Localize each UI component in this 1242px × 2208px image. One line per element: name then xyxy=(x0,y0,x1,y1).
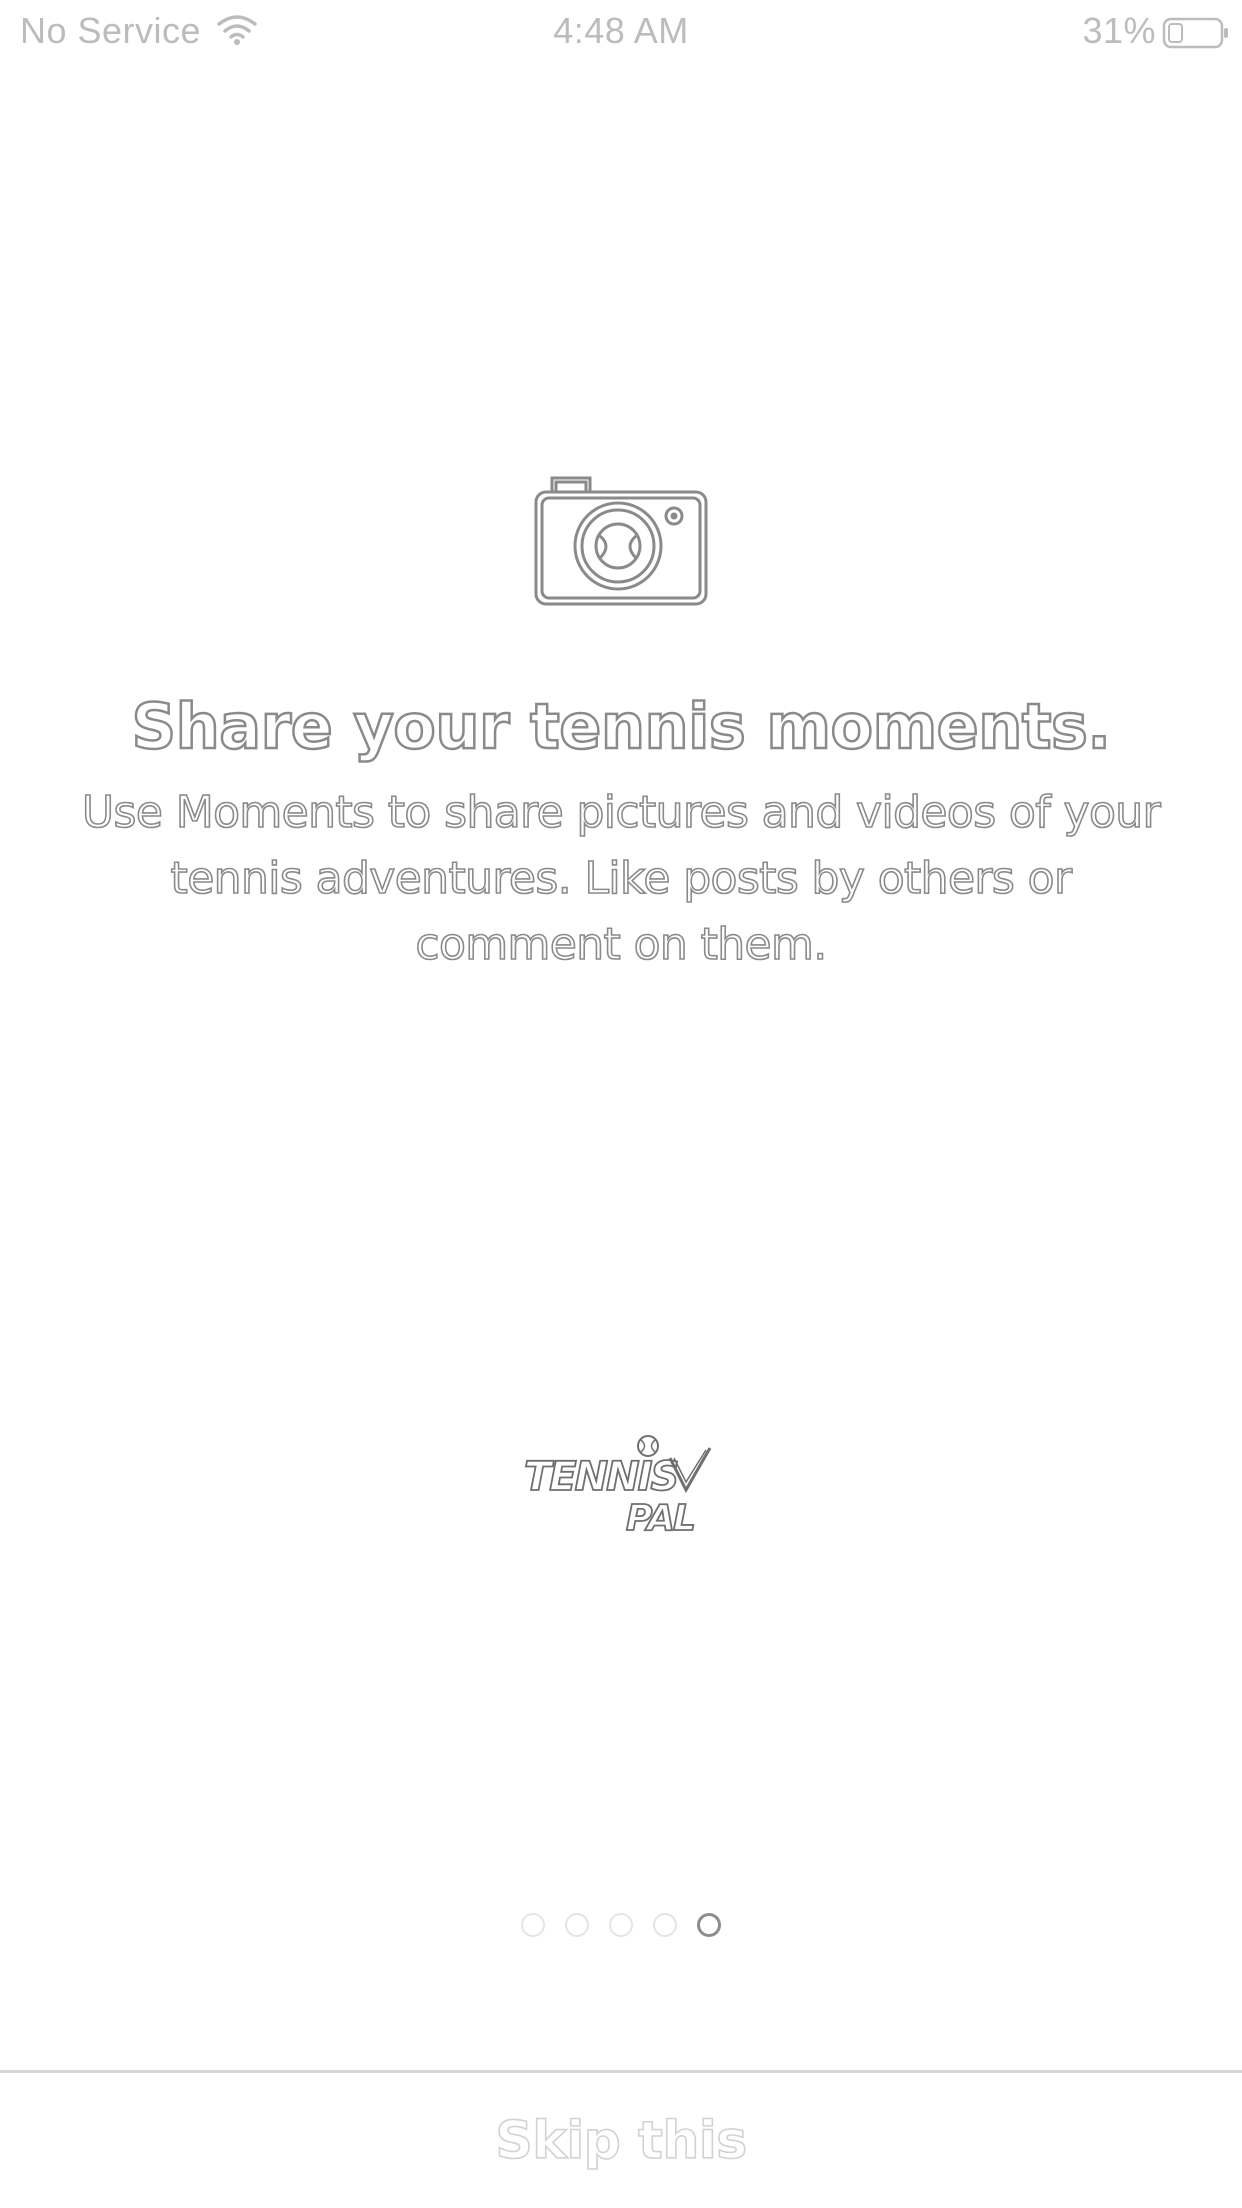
tennis-pal-logo: TENNIS PAL xyxy=(520,1428,720,1540)
page-dot-5-active[interactable] xyxy=(697,1913,721,1937)
battery-percent: 31% xyxy=(1082,10,1156,51)
logo-line2: PAL xyxy=(626,1498,694,1538)
status-center: 4:48 AM xyxy=(0,10,1242,52)
page-indicator[interactable] xyxy=(0,1913,1242,1937)
status-bar: No Service 4:48 AM 31% xyxy=(0,0,1242,62)
page-dot-4[interactable] xyxy=(653,1913,677,1937)
logo-line1: TENNIS xyxy=(524,1454,677,1500)
page-dot-3[interactable] xyxy=(609,1913,633,1937)
battery-icon xyxy=(1162,16,1228,49)
skip-label: Skip this xyxy=(495,2110,748,2172)
status-right: 31% xyxy=(1082,10,1228,52)
slide-description: Use Moments to share pictures and videos… xyxy=(81,786,1161,971)
skip-button[interactable]: Skip this xyxy=(0,2073,1242,2208)
page-dot-2[interactable] xyxy=(565,1913,589,1937)
slide-title: Share your tennis moments. xyxy=(130,689,1112,765)
page-dot-1[interactable] xyxy=(521,1913,545,1937)
camera-icon xyxy=(534,474,710,608)
clock: 4:48 AM xyxy=(553,10,689,51)
